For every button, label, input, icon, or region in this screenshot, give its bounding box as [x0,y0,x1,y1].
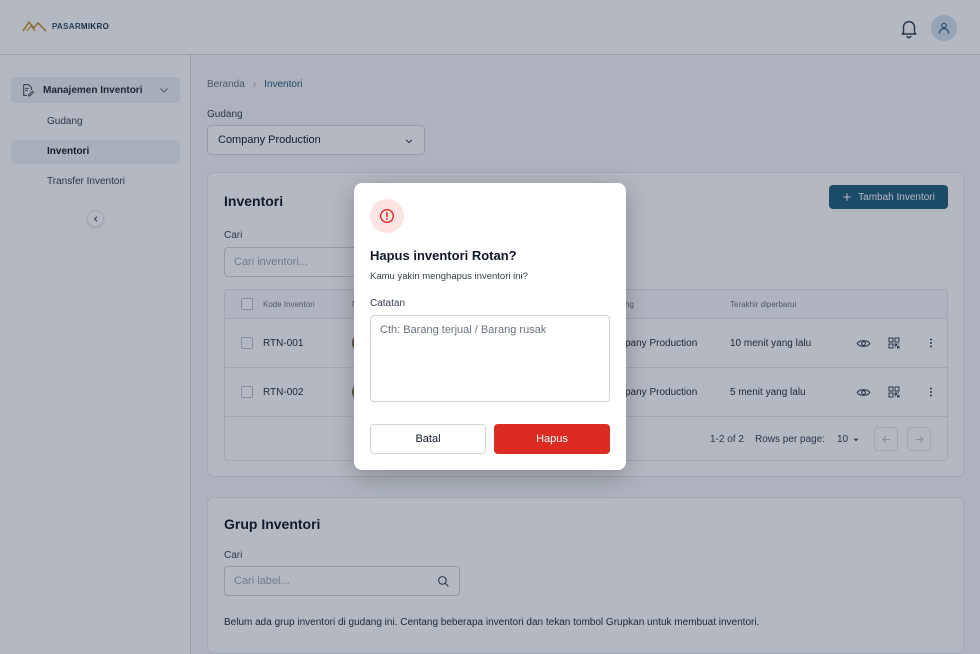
dialog-title: Hapus inventori Rotan? [370,248,517,263]
delete-button[interactable]: Hapus [494,424,610,454]
dialog-description: Kamu yakin menghapus inventori ini? [370,271,528,282]
note-textarea[interactable] [370,315,610,402]
note-label: Catatan [370,298,406,309]
alert-circle-icon [380,209,394,223]
delete-inventory-dialog: Hapus inventori Rotan? Kamu yakin mengha… [354,183,626,470]
alert-icon-badge [370,199,404,233]
app-root: PASARMIKRO Manajemen Inventori Gudang In… [0,0,980,654]
cancel-button[interactable]: Batal [370,424,486,454]
